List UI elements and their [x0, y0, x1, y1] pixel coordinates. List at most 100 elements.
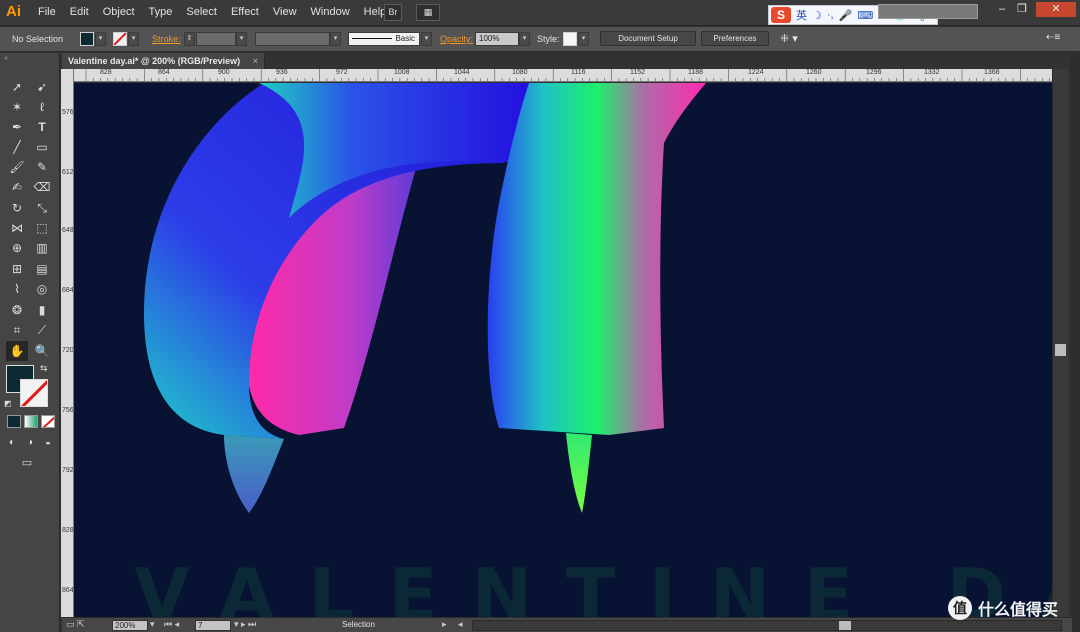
- artboard-number-field[interactable]: 7: [195, 620, 231, 631]
- document-tab[interactable]: Valentine day.ai* @ 200% (RGB/Preview) ×: [62, 53, 265, 69]
- draw-behind-icon[interactable]: ◑: [22, 433, 38, 453]
- opacity-label[interactable]: Opacity:: [440, 34, 473, 44]
- close-button[interactable]: ✕: [1036, 2, 1076, 17]
- blob-brush-tool-icon[interactable]: ✍: [6, 177, 28, 197]
- vertical-ruler[interactable]: 576 612 648 684 720 756 792 828 864: [61, 69, 74, 617]
- stroke-dropdown[interactable]: ▾: [128, 32, 139, 46]
- current-tool-status[interactable]: Selection: [342, 620, 375, 629]
- scale-tool-icon[interactable]: ⤡: [31, 198, 53, 218]
- help-search-input[interactable]: [878, 4, 978, 19]
- next-artboard-icon[interactable]: ▾ ▸ ⏭: [234, 619, 256, 630]
- graphic-style-swatch[interactable]: [563, 32, 577, 46]
- punctuation-icon[interactable]: ·,: [827, 9, 834, 21]
- perspective-grid-tool-icon[interactable]: ▥: [31, 238, 53, 258]
- artwork[interactable]: [74, 83, 1052, 617]
- none-mode-button[interactable]: [41, 415, 55, 428]
- artboard-canvas[interactable]: VALENTINE DA: [74, 83, 1052, 617]
- symbol-sprayer-tool-icon[interactable]: ❂: [6, 300, 28, 320]
- width-tool-icon[interactable]: ⋈: [6, 218, 28, 238]
- horizontal-ruler[interactable]: 828 864 900 936 972 1008 1044 1080 1116 …: [74, 69, 1052, 82]
- menu-window[interactable]: Window: [311, 6, 357, 18]
- select-similar-icon[interactable]: ⁜ ▾: [780, 32, 798, 45]
- bridge-button[interactable]: Br: [384, 4, 402, 21]
- moon-icon[interactable]: ☽: [812, 9, 822, 22]
- stroke-label[interactable]: Stroke:: [152, 34, 181, 44]
- gradient-mode-button[interactable]: [24, 415, 38, 428]
- opacity-field[interactable]: 100%: [475, 32, 519, 46]
- stroke-weight-stepper[interactable]: ⇕: [184, 32, 195, 46]
- draw-normal-icon[interactable]: ◐: [4, 433, 20, 453]
- variable-width-profile[interactable]: [255, 32, 330, 46]
- first-artboard-icon[interactable]: ⏮ ◂: [164, 619, 179, 630]
- menu-object[interactable]: Object: [103, 6, 142, 18]
- eraser-tool-icon[interactable]: ⌫: [31, 177, 53, 197]
- microphone-icon[interactable]: 🎤: [839, 9, 853, 22]
- zoom-dropdown[interactable]: ▾: [150, 619, 155, 630]
- selection-tool-icon[interactable]: ➚: [6, 77, 28, 97]
- status-menu-arrow[interactable]: ▸: [442, 619, 447, 630]
- brush-definition[interactable]: Basic: [348, 32, 420, 46]
- arrange-documents-button[interactable]: ▦: [416, 4, 440, 21]
- swap-colors-icon[interactable]: ⇆: [40, 363, 48, 374]
- stroke-swatch[interactable]: [113, 32, 127, 46]
- menu-select[interactable]: Select: [186, 6, 224, 18]
- zoom-level-field[interactable]: 200%: [112, 620, 148, 631]
- change-screen-mode-icon[interactable]: ▭: [17, 453, 37, 473]
- stroke-weight-field[interactable]: [196, 32, 236, 46]
- right-tail-shape[interactable]: [566, 433, 592, 513]
- lasso-tool-icon[interactable]: ℓ: [31, 97, 53, 117]
- rectangle-tool-icon[interactable]: ▭: [31, 137, 53, 157]
- slice-tool-icon[interactable]: ⟋: [31, 320, 53, 340]
- menu-edit[interactable]: Edit: [70, 6, 96, 18]
- vertical-scrollbar[interactable]: [1052, 69, 1068, 617]
- free-transform-tool-icon[interactable]: ⬚: [31, 218, 53, 238]
- graphic-style-dropdown[interactable]: ▾: [578, 32, 589, 46]
- blend-tool-icon[interactable]: ◎: [31, 279, 53, 299]
- horizontal-scrollbar[interactable]: [472, 620, 1062, 631]
- pen-tool-icon[interactable]: ✒: [6, 117, 28, 137]
- right-pillar-shape[interactable]: [487, 83, 706, 435]
- horizontal-scroll-thumb[interactable]: [839, 621, 851, 630]
- opacity-dropdown[interactable]: ▾: [519, 32, 530, 46]
- scroll-left-icon[interactable]: ◂: [458, 619, 463, 630]
- vertical-scroll-thumb[interactable]: [1055, 344, 1066, 356]
- artboard-tool-icon[interactable]: ⌗: [6, 320, 28, 340]
- default-colors-icon[interactable]: ◩: [4, 399, 12, 408]
- color-mode-button[interactable]: [7, 415, 21, 428]
- ime-logo-icon[interactable]: S: [771, 7, 791, 23]
- pencil-tool-icon[interactable]: ✎: [31, 157, 53, 177]
- left-tail-shape[interactable]: [224, 435, 284, 513]
- document-setup-button[interactable]: Document Setup: [600, 31, 696, 46]
- keyboard-icon[interactable]: ⌨: [857, 9, 873, 22]
- rotate-tool-icon[interactable]: ↻: [6, 198, 28, 218]
- artboard-nav-icon[interactable]: ▭ ⇱: [66, 619, 85, 630]
- draw-inside-icon[interactable]: ◒: [40, 433, 56, 453]
- menu-effect[interactable]: Effect: [231, 6, 266, 18]
- hand-tool-icon[interactable]: ✋: [6, 341, 28, 361]
- paintbrush-tool-icon[interactable]: 🖌: [6, 157, 28, 177]
- zoom-tool-icon[interactable]: 🔍: [31, 341, 53, 361]
- stroke-color-box[interactable]: [20, 379, 48, 407]
- ime-language[interactable]: 英: [796, 7, 807, 23]
- column-graph-tool-icon[interactable]: ▮: [31, 300, 53, 320]
- collapse-toolbox-icon[interactable]: «: [4, 55, 8, 62]
- line-segment-tool-icon[interactable]: ╱: [6, 137, 28, 157]
- gradient-tool-icon[interactable]: ▤: [31, 259, 53, 279]
- menu-type[interactable]: Type: [149, 6, 180, 18]
- variable-width-dropdown[interactable]: ▾: [330, 32, 341, 46]
- direct-selection-tool-icon[interactable]: ➹: [31, 77, 53, 97]
- fill-dropdown[interactable]: ▾: [95, 32, 106, 46]
- eyedropper-tool-icon[interactable]: ⌇: [6, 279, 28, 299]
- magic-wand-tool-icon[interactable]: ✶: [6, 97, 28, 117]
- brush-dropdown[interactable]: ▾: [421, 32, 432, 46]
- menu-file[interactable]: File: [38, 6, 63, 18]
- stroke-weight-dropdown[interactable]: ▾: [236, 32, 247, 46]
- fill-swatch[interactable]: [80, 32, 94, 46]
- panel-menu-icon[interactable]: ⇠≡: [1046, 32, 1060, 43]
- preferences-button[interactable]: Preferences: [701, 31, 769, 46]
- restore-button[interactable]: ❐: [1008, 2, 1036, 17]
- collapsed-panel-dock[interactable]: [1070, 53, 1080, 632]
- menu-view[interactable]: View: [273, 6, 304, 18]
- mesh-tool-icon[interactable]: ⊞: [6, 259, 28, 279]
- type-tool-icon[interactable]: T: [31, 117, 53, 137]
